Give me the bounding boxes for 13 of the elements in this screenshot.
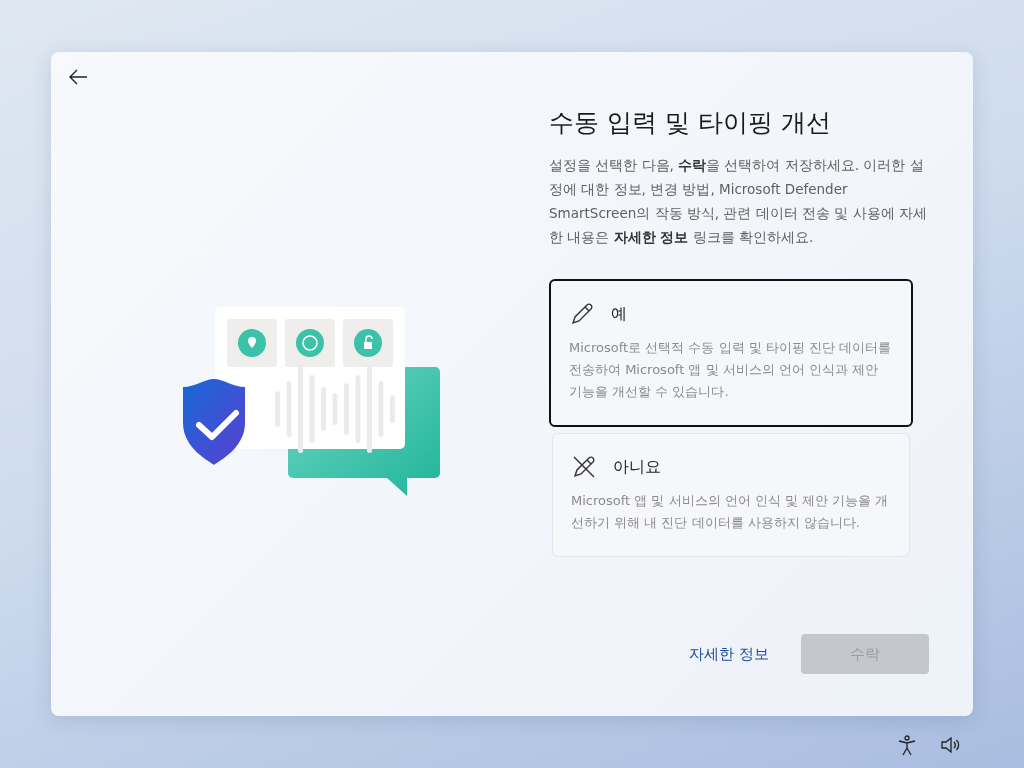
- pen-icon: [569, 301, 595, 327]
- option-description: Microsoft 앱 및 서비스의 언어 인식 및 제안 기능을 개선하기 위해 내 진단 데이터를 사용하지 않습니다.: [571, 492, 890, 532]
- option-label: 아니요: [613, 456, 661, 478]
- page-title: 수동 입력 및 타이핑 개선: [549, 107, 832, 139]
- speaker-icon[interactable]: [940, 734, 962, 756]
- option-label: 예: [611, 303, 627, 325]
- option-description: Microsoft로 선택적 수동 입력 및 타이핑 진단 데이터를 전송하여 Microsoft 앱 및 서비스의 언어 인식과 제안 기능을 개선할 수 있습니다.: [569, 339, 893, 401]
- accessibility-icon[interactable]: [896, 734, 918, 756]
- crossed-pen-icon: [571, 454, 597, 480]
- learn-more-link[interactable]: 자세한 정보: [689, 644, 769, 664]
- option-card[interactable]: 아니요 Microsoft 앱 및 서비스의 언어 인식 및 제안 기능을 개선하기 위해 내 진단 데이터를 사용하지 않습니다.: [552, 433, 910, 557]
- description-text: 설정을 선택한 다음, 수락을 선택하여 저장하세요. 이러한 설정에 대한 정보, 변경 방법, Microsoft Defender SmartScreen의 작동 방식, 관련 데이터 전송 및 사용에 자세한 내용은 자세한 정보 링크를 확인하세요.: [549, 156, 928, 247]
- option-card[interactable]: 예 Microsoft로 선택적 수동 입력 및 타이핑 진단 데이터를 전송하여 Microsoft 앱 및 서비스의 언어 인식과 제안 기능을 개선할 수 있습니다.: [549, 279, 913, 427]
